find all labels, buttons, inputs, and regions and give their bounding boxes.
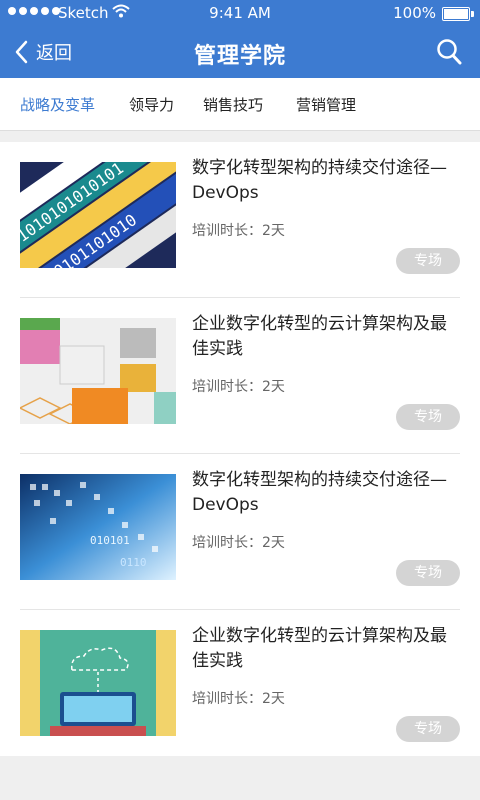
tab-leadership[interactable]: 领导力 — [129, 94, 174, 115]
special-badge[interactable]: 专场 — [396, 248, 460, 274]
category-tabs: 战略及变革 领导力 销售技巧 营销管理 — [0, 78, 480, 131]
course-title: 数字化转型架构的持续交付途径—DevOps — [192, 470, 447, 515]
page-title: 管理学院 — [193, 44, 286, 69]
course-duration: 培训时长：2天 — [192, 223, 285, 239]
list-item[interactable]: 010101 0110 数字化转型架构的持续交付途径—DevOps 培训时长：2… — [0, 454, 480, 610]
course-list: 1010101010101 0101101010 数字化转型架构的持续交付途径—… — [0, 142, 480, 756]
battery-icon — [442, 7, 474, 21]
special-badge[interactable]: 专场 — [396, 716, 460, 742]
list-item[interactable]: 企业数字化转型的云计算架构及最佳实践 培训时长：2天 专场 — [0, 298, 480, 454]
course-thumbnail — [20, 630, 176, 736]
course-duration: 培训时长：2天 — [192, 379, 285, 395]
app-header: Sketch 9:41 AM 100% 返回 管理学院 — [0, 0, 480, 78]
svg-text:010101: 010101 — [90, 534, 130, 547]
special-badge[interactable]: 专场 — [396, 404, 460, 430]
course-title: 企业数字化转型的云计算架构及最佳实践 — [192, 314, 447, 359]
tab-marketing[interactable]: 营销管理 — [296, 94, 356, 115]
list-item[interactable]: 企业数字化转型的云计算架构及最佳实践 培训时长：2天 专场 — [0, 610, 480, 766]
special-badge[interactable]: 专场 — [396, 560, 460, 586]
course-title: 数字化转型架构的持续交付途径—DevOps — [192, 158, 447, 203]
list-item[interactable]: 1010101010101 0101101010 数字化转型架构的持续交付途径—… — [0, 142, 480, 298]
tab-strategy[interactable]: 战略及变革 — [20, 94, 95, 115]
status-bar: Sketch 9:41 AM 100% — [0, 0, 480, 26]
tab-sales-skills[interactable]: 销售技巧 — [203, 94, 263, 115]
course-thumbnail — [20, 318, 176, 424]
svg-text:0110: 0110 — [120, 556, 147, 569]
battery-percent: 100% — [393, 4, 436, 22]
course-thumbnail: 010101 0110 — [20, 474, 176, 580]
course-duration: 培训时长：2天 — [192, 535, 285, 551]
course-duration: 培训时长：2天 — [192, 691, 285, 707]
search-icon[interactable] — [436, 38, 462, 66]
course-thumbnail: 1010101010101 0101101010 — [20, 162, 176, 268]
course-title: 企业数字化转型的云计算架构及最佳实践 — [192, 626, 447, 671]
